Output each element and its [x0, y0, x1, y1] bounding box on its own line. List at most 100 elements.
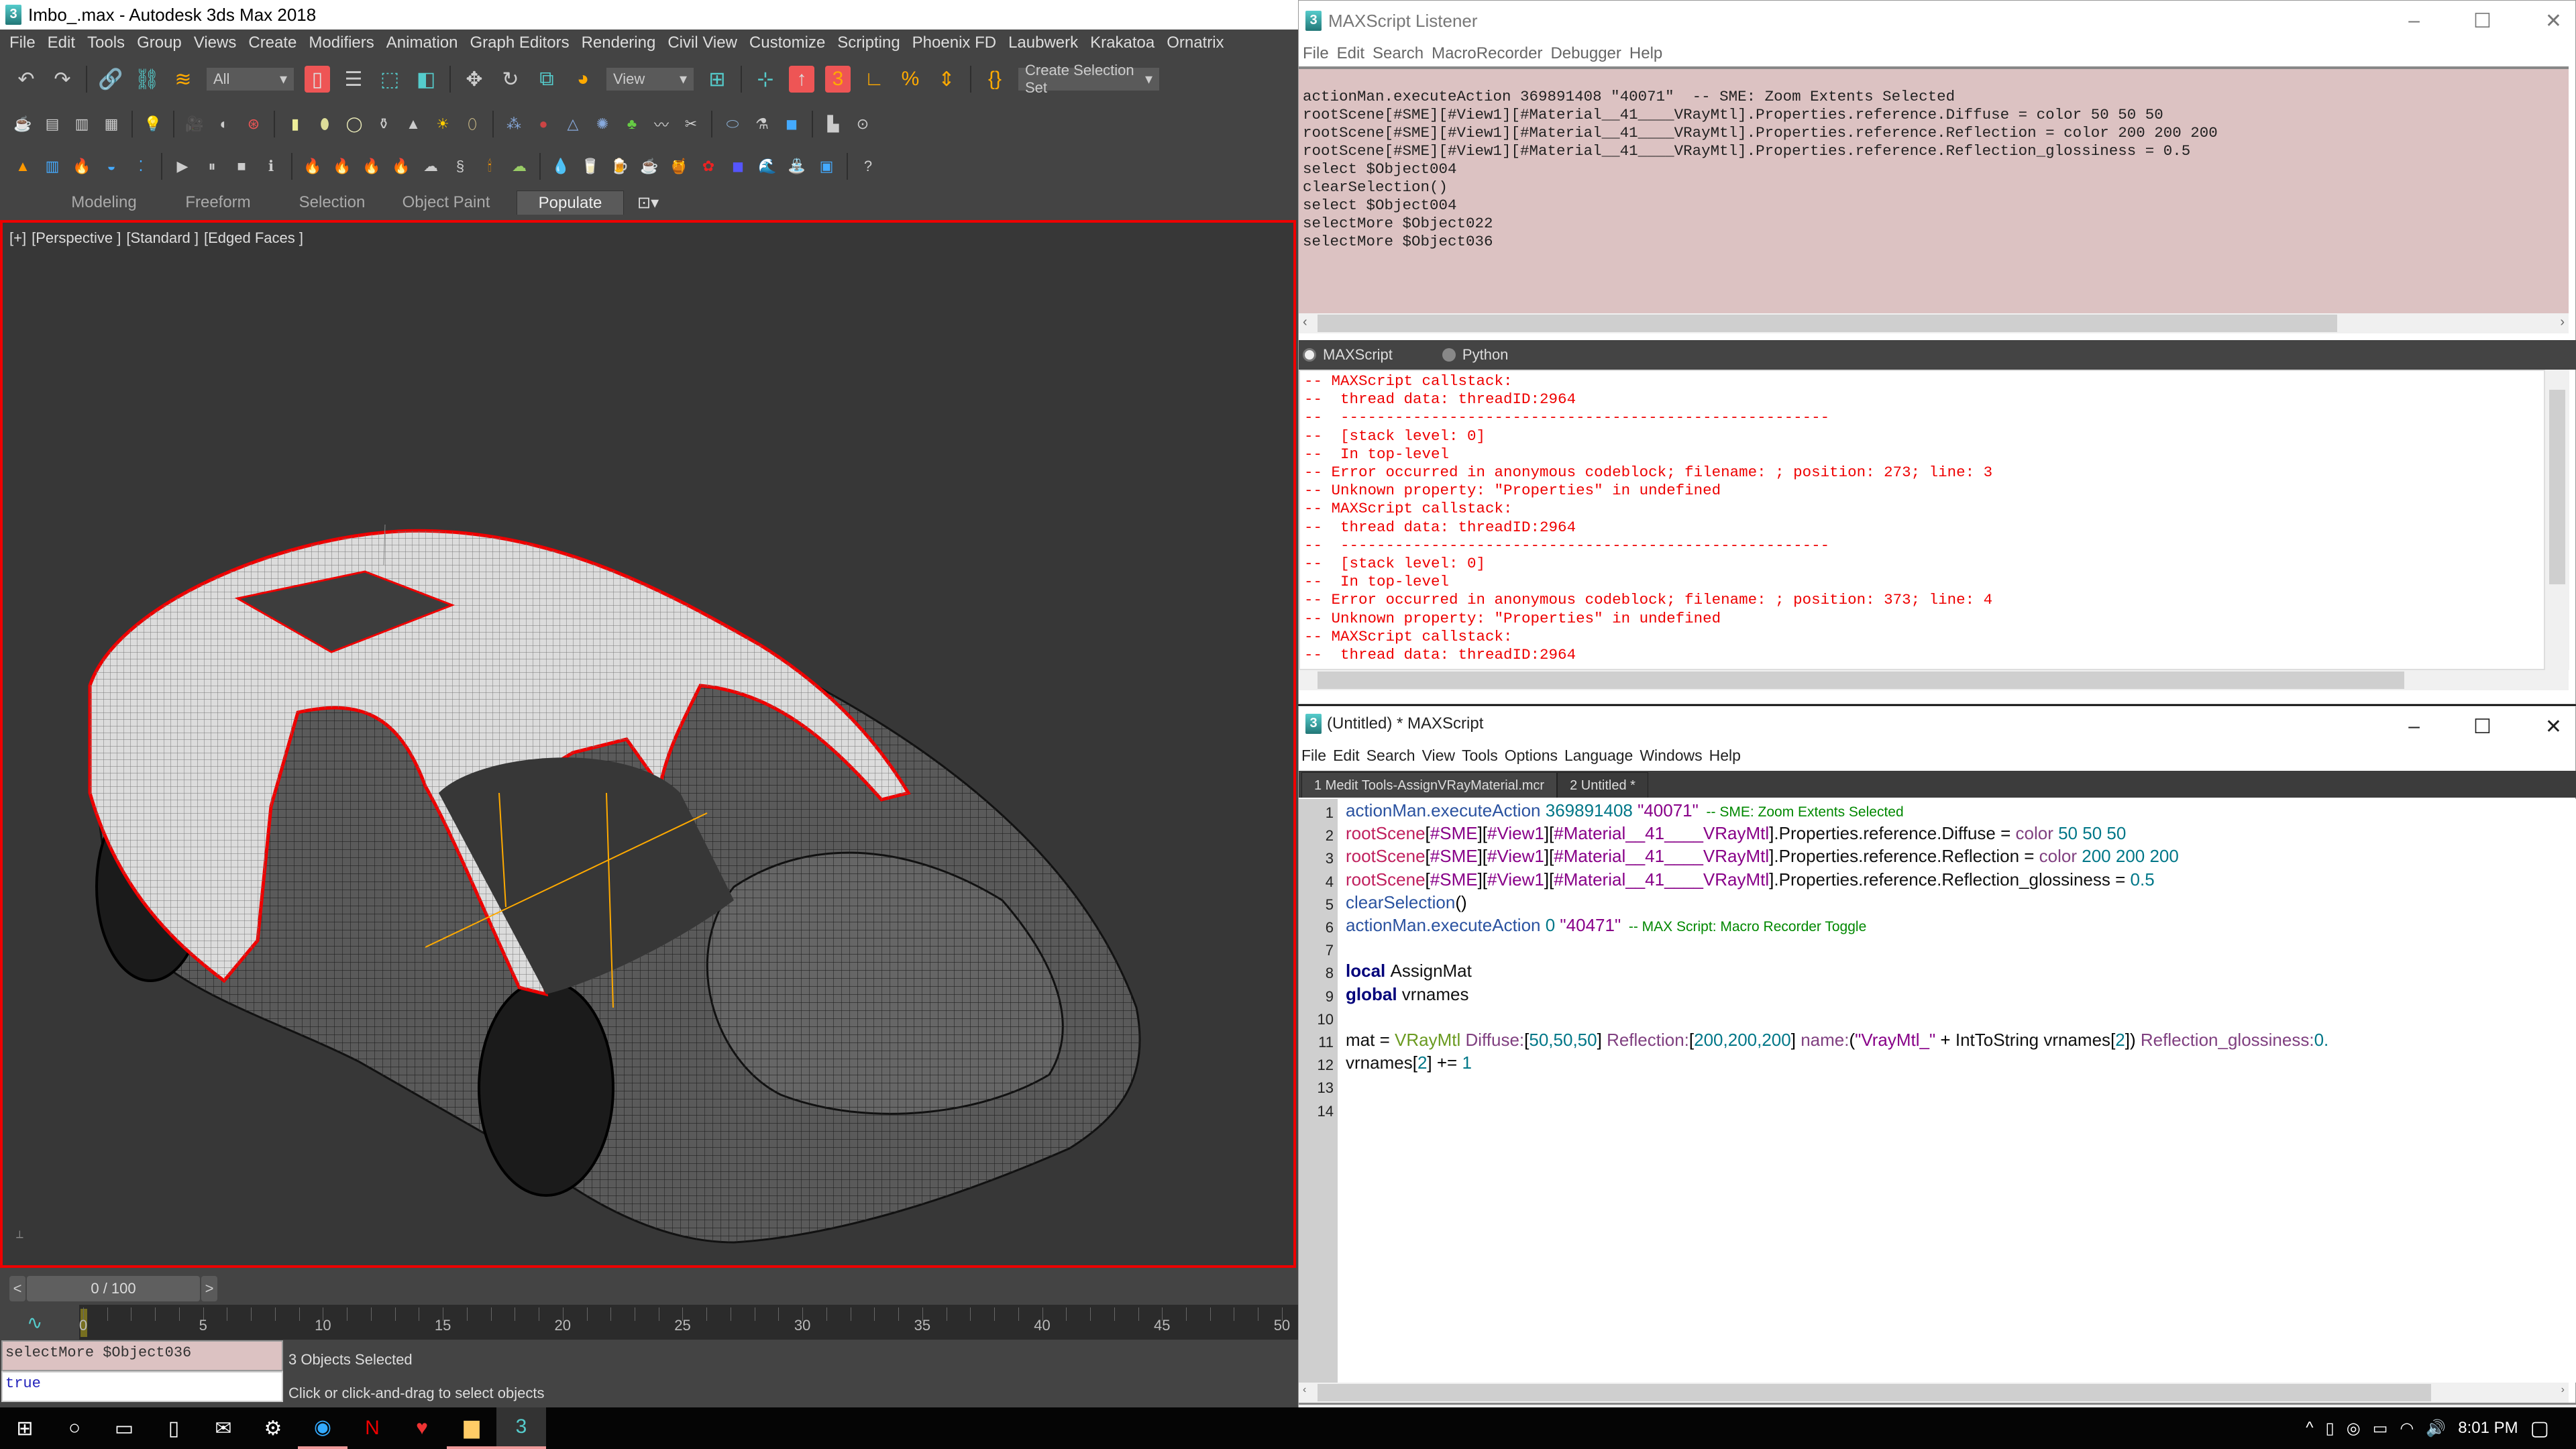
menu-animation[interactable]: Animation [384, 34, 468, 52]
menu-scripting[interactable]: Scripting [835, 34, 909, 52]
next-frame-button[interactable]: > [201, 1276, 217, 1301]
time-slider-thumb[interactable]: 0 / 100 [27, 1276, 200, 1301]
vray-hair-icon[interactable]: 〰 [652, 113, 671, 136]
scrollbar-thumb[interactable] [1318, 672, 2404, 689]
editor-menu-windows[interactable]: Windows [1640, 747, 1702, 765]
redo-icon[interactable]: ↷ [50, 66, 75, 93]
netflix-icon[interactable]: N [347, 1407, 397, 1449]
spot-light-icon[interactable]: ▲ [404, 113, 423, 136]
scroll-right-icon[interactable]: › [2561, 1384, 2565, 1396]
vray-grass-icon[interactable]: ♣ [623, 113, 641, 136]
menu-ornatrix[interactable]: Ornatrix [1164, 34, 1233, 52]
editor-menu-language[interactable]: Language [1564, 747, 1633, 765]
editor-menu-options[interactable]: Options [1505, 747, 1558, 765]
ies-light-icon[interactable]: ⚱ [374, 113, 393, 136]
selection-filter-dropdown[interactable]: All ▾ [207, 68, 294, 91]
close-icon[interactable]: ✕ [2545, 9, 2562, 33]
snaps-toggle-icon[interactable]: 3 [825, 66, 851, 93]
editor-tab[interactable]: 2 Untitled * [1557, 772, 1648, 798]
app-heart-icon[interactable]: ♥ [397, 1407, 447, 1449]
rect-selection-icon[interactable]: ⬚ [377, 66, 402, 93]
code-line[interactable]: vrnames[2] += 1 [1346, 1053, 1472, 1073]
vray-plane-icon[interactable]: △ [564, 113, 582, 136]
sun-icon[interactable]: ☀ [433, 113, 452, 136]
editor-tab[interactable]: 1 Medit Tools-AssignVRayMaterial.mcr [1301, 772, 1558, 798]
macro-line[interactable]: rootScene[#SME][#View1][#Material__41___… [1303, 142, 2565, 160]
reference-coord-dropdown[interactable]: View ▾ [606, 68, 694, 91]
paint-preset-icon[interactable]: ✿ [699, 155, 718, 178]
mini-listener[interactable]: selectMore $Object036 true [1, 1340, 283, 1402]
material-editor-icon[interactable]: ⚗ [753, 113, 771, 136]
help-icon[interactable]: ? [859, 155, 877, 178]
macro-line[interactable]: select $Object004 [1303, 160, 2565, 178]
select-object-icon[interactable]: ▯ [305, 66, 330, 93]
macro-line[interactable]: clearSelection() [1303, 178, 2565, 197]
editor-menu-search[interactable]: Search [1366, 747, 1415, 765]
listener-menu-debugger[interactable]: Debugger [1550, 44, 1621, 63]
macro-recorder-pane[interactable]: actionMan.executeAction 369891408 "40071… [1299, 66, 2569, 313]
menu-views[interactable]: Views [191, 34, 246, 52]
scroll-left-icon[interactable]: ‹ [1303, 1384, 1306, 1396]
ribbon-options-icon[interactable]: ⊡▾ [637, 193, 659, 213]
vray-clipper-icon[interactable]: ✂ [682, 113, 700, 136]
radio-button[interactable] [1442, 348, 1456, 362]
sphere-light-icon[interactable]: ◯ [345, 113, 364, 136]
perspective-viewport[interactable]: [+] [Perspective ] [Standard ] [Edged Faces… [0, 220, 1296, 1268]
code-line[interactable]: mat = VRayMtl Diffuse:[50,50,50] Reflect… [1346, 1030, 2328, 1051]
menu-edit[interactable]: Edit [45, 34, 85, 52]
select-manipulate-icon[interactable]: ⊹ [753, 66, 778, 93]
pour-preset-icon[interactable]: ⛲ [788, 155, 806, 178]
vray-render-icon[interactable]: ⊛ [244, 113, 263, 136]
liquid-grid-icon[interactable]: ▥ [43, 155, 62, 178]
language-option-python[interactable]: Python [1442, 346, 1508, 364]
usb-icon[interactable]: ▯ [2326, 1419, 2334, 1438]
menu-phoenix-fd[interactable]: Phoenix FD [910, 34, 1006, 52]
mini-listener-input[interactable]: selectMore $Object036 [1, 1340, 283, 1371]
code-line[interactable]: global vrnames [1346, 984, 1468, 1005]
editor-menu-help[interactable]: Help [1709, 747, 1741, 765]
code-line[interactable]: rootScene[#SME][#View1][#Material__41___… [1346, 846, 2179, 867]
menu-graph-editors[interactable]: Graph Editors [468, 34, 579, 52]
fire-preset-1-icon[interactable]: 🔥 [303, 155, 322, 178]
volume-icon[interactable]: 🔊 [2426, 1419, 2446, 1438]
listener-menu-search[interactable]: Search [1373, 44, 1424, 63]
macro-line[interactable]: rootScene[#SME][#View1][#Material__41___… [1303, 106, 2565, 124]
water-preset-icon[interactable]: 💧 [551, 155, 570, 178]
close-icon[interactable]: ✕ [2545, 715, 2562, 739]
select-scale-icon[interactable]: ⧉ [534, 66, 559, 93]
named-selection-set-dropdown[interactable]: Create Selection Set ▾ [1018, 62, 1159, 96]
listener-output-pane[interactable]: -- MAXScript callstack: -- thread data: t… [1299, 370, 2545, 670]
minimize-icon[interactable]: – [2408, 715, 2420, 738]
file-explorer-icon[interactable]: ▆ [447, 1407, 496, 1449]
scroll-left-icon[interactable]: ‹ [1303, 315, 1307, 330]
battery-icon[interactable]: ▭ [2373, 1419, 2388, 1438]
menu-file[interactable]: File [7, 34, 45, 52]
menu-modifiers[interactable]: Modifiers [306, 34, 383, 52]
macro-line[interactable]: rootScene[#SME][#View1][#Material__41___… [1303, 124, 2565, 142]
action-center-icon[interactable]: ▢ [2530, 1417, 2549, 1440]
fire-source-icon[interactable]: 🔥 [72, 155, 91, 178]
pool-preset-icon[interactable]: ▣ [817, 155, 836, 178]
code-line[interactable]: actionMan.executeAction 369891408 "40071… [1346, 800, 1904, 821]
code-line[interactable]: rootScene[#SME][#View1][#Material__41___… [1346, 823, 2126, 844]
cloud-preset-icon[interactable]: ☁ [510, 155, 529, 178]
link-icon[interactable]: 🔗 [98, 66, 123, 93]
menu-laubwerk[interactable]: Laubwerk [1006, 34, 1087, 52]
render-setup-icon[interactable]: ▤ [43, 113, 62, 136]
scrollbar-thumb[interactable] [1318, 315, 2337, 332]
editor-menu-file[interactable]: File [1301, 747, 1326, 765]
teapot-icon[interactable]: ☕ [13, 113, 32, 136]
use-pivot-icon[interactable]: ⊞ [704, 66, 730, 93]
select-move-icon[interactable]: ✥ [462, 66, 487, 93]
maximize-icon[interactable]: ☐ [2473, 9, 2491, 33]
scrollbar-thumb[interactable] [2549, 390, 2565, 584]
spinner-snap-icon[interactable]: ⇕ [934, 66, 959, 93]
dome-light-icon[interactable]: ⬮ [315, 113, 334, 136]
unlink-icon[interactable]: ⛓ [134, 66, 160, 93]
viewport-label-2[interactable]: [Standard ] [126, 229, 199, 246]
beer-preset-icon[interactable]: 🍺 [610, 155, 629, 178]
listener-menu-help[interactable]: Help [1629, 44, 1662, 63]
ink-preset-icon[interactable]: ◼ [729, 155, 747, 178]
code-line[interactable]: rootScene[#SME][#View1][#Material__41___… [1346, 869, 2155, 890]
macro-line[interactable]: selectMore $Object036 [1303, 233, 2565, 251]
